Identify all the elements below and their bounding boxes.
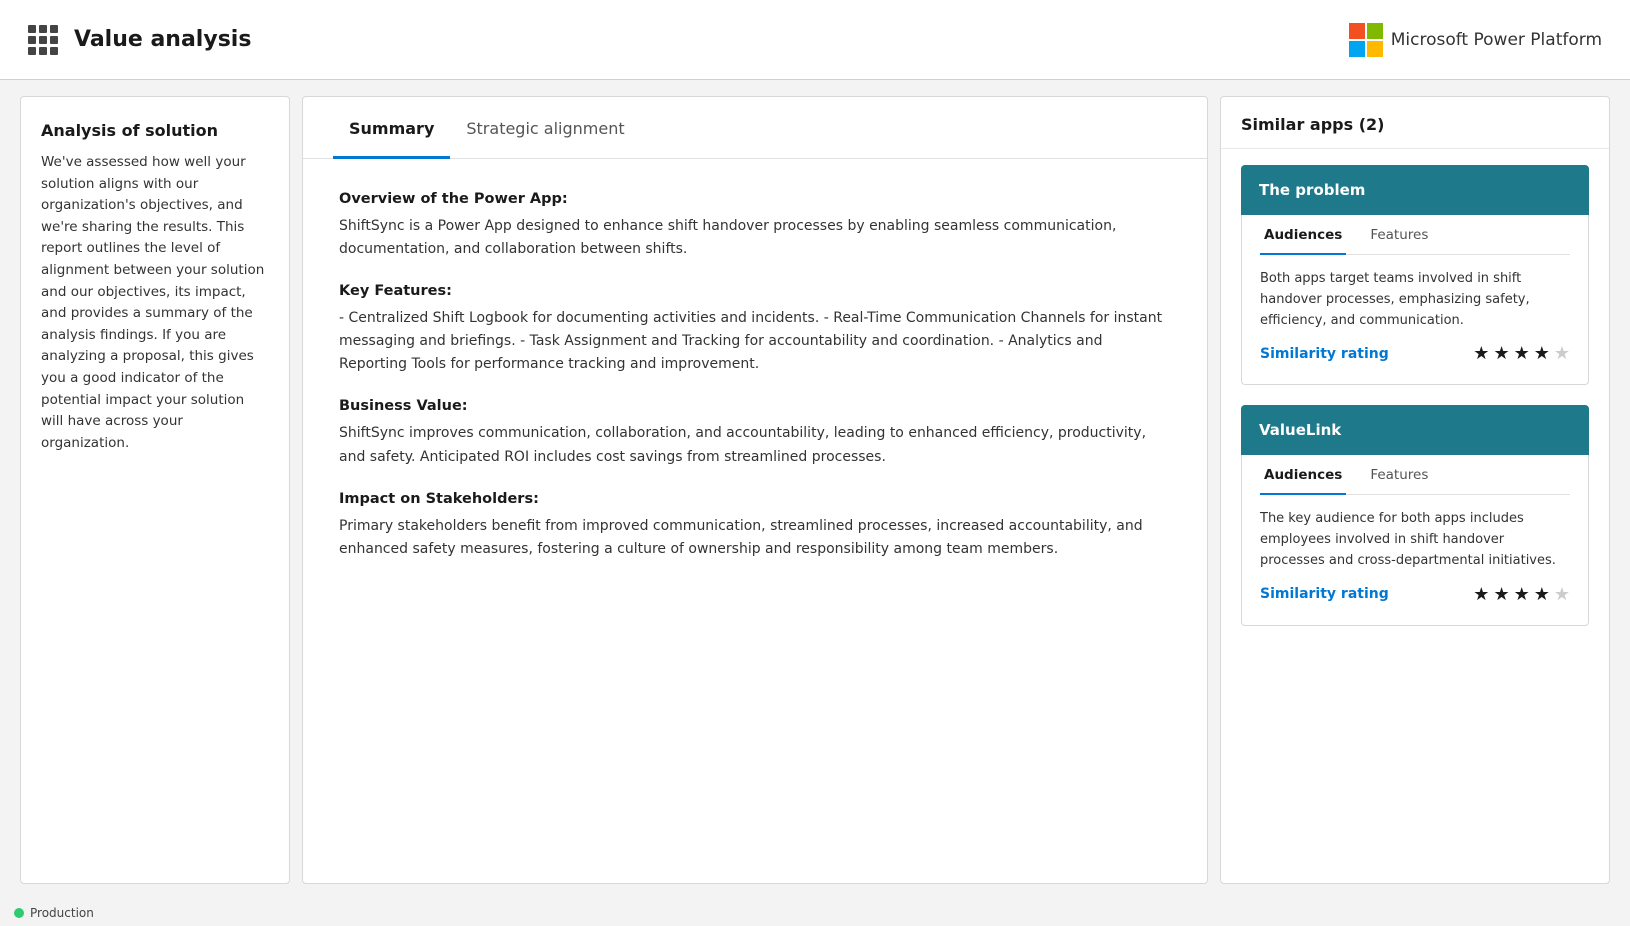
- right-panel-header: Similar apps (2): [1221, 97, 1609, 149]
- section-text-0: ShiftSync is a Power App designed to enh…: [339, 215, 1171, 261]
- tab-summary[interactable]: Summary: [333, 97, 450, 159]
- mini-tab-0-0[interactable]: Audiences: [1260, 215, 1346, 255]
- app-card-1: ValueLinkAudiences Features The key audien…: [1241, 405, 1589, 625]
- star-0-2: ★: [1514, 343, 1530, 364]
- app-card-0: The problemAudiences Features Both apps ta…: [1241, 165, 1589, 385]
- mini-tab-1-1[interactable]: Features: [1366, 455, 1432, 495]
- star-0-3: ★: [1534, 343, 1550, 364]
- app-card-header-0: The problem: [1241, 165, 1589, 215]
- star-1-0: ★: [1473, 584, 1489, 605]
- section-text-2: ShiftSync improves communication, collab…: [339, 422, 1171, 468]
- mini-tab-0-1[interactable]: Features: [1366, 215, 1432, 255]
- star-1-2: ★: [1514, 584, 1530, 605]
- right-panel-title: Similar apps (2): [1241, 115, 1384, 134]
- star-1-3: ★: [1534, 584, 1550, 605]
- app-card-body-0: Audiences Features Both apps target teams …: [1241, 215, 1589, 385]
- section-text-1: - Centralized Shift Logbook for document…: [339, 307, 1171, 376]
- right-panel-scroll: The problemAudiencesFeaturesBoth apps ta…: [1221, 149, 1609, 883]
- star-0-1: ★: [1493, 343, 1509, 364]
- stars-0: ★★★★★: [1473, 343, 1570, 364]
- section-heading-1: Key Features:: [339, 283, 1171, 299]
- header: Value analysis Microsoft Power Platform: [0, 0, 1630, 80]
- status-indicator: Production: [14, 906, 94, 920]
- left-panel-body: We've assessed how well your solution al…: [41, 152, 269, 454]
- app-shell: Value analysis Microsoft Power Platform …: [0, 0, 1630, 926]
- star-0-0: ★: [1473, 343, 1489, 364]
- star-empty-0: ★: [1554, 343, 1570, 364]
- center-panel: Summary Strategic alignment Overview of …: [302, 96, 1208, 884]
- app-card-text-1: The key audience for both apps includes …: [1260, 509, 1570, 571]
- tabs-bar: Summary Strategic alignment: [303, 97, 1207, 159]
- header-left: Value analysis: [28, 25, 251, 55]
- app-title: Value analysis: [74, 27, 251, 52]
- center-body: Overview of the Power App: ShiftSync is a…: [303, 159, 1207, 883]
- right-panel: Similar apps (2) The problemAudiencesFea…: [1220, 96, 1610, 884]
- main-content: Analysis of solution We've assessed how …: [0, 80, 1630, 900]
- ms-squares-icon: [1349, 23, 1383, 57]
- section-heading-0: Overview of the Power App:: [339, 191, 1171, 207]
- tab-strategic-alignment[interactable]: Strategic alignment: [450, 97, 640, 159]
- status-text: Production: [30, 906, 94, 920]
- microsoft-logo: Microsoft Power Platform: [1349, 23, 1602, 57]
- status-bar: Production: [0, 900, 1630, 926]
- section-heading-3: Impact on Stakeholders:: [339, 491, 1171, 507]
- similarity-row-0: Similarity rating★★★★★: [1260, 331, 1570, 368]
- app-card-body-1: Audiences Features The key audience for bo…: [1241, 455, 1589, 625]
- star-empty-1: ★: [1554, 584, 1570, 605]
- left-panel-title: Analysis of solution: [41, 121, 269, 140]
- similarity-row-1: Similarity rating★★★★★: [1260, 572, 1570, 609]
- status-dot: [14, 908, 24, 918]
- app-card-text-0: Both apps target teams involved in shift…: [1260, 269, 1570, 331]
- section-heading-2: Business Value:: [339, 398, 1171, 414]
- stars-1: ★★★★★: [1473, 584, 1570, 605]
- similarity-label-0: Similarity rating: [1260, 346, 1389, 362]
- star-1-1: ★: [1493, 584, 1509, 605]
- mini-tab-1-0[interactable]: Audiences: [1260, 455, 1346, 495]
- app-card-header-1: ValueLink: [1241, 405, 1589, 455]
- waffle-icon[interactable]: [28, 25, 58, 55]
- left-panel: Analysis of solution We've assessed how …: [20, 96, 290, 884]
- section-text-3: Primary stakeholders benefit from improv…: [339, 515, 1171, 561]
- similarity-label-1: Similarity rating: [1260, 586, 1389, 602]
- ms-brand-label: Microsoft Power Platform: [1391, 30, 1602, 50]
